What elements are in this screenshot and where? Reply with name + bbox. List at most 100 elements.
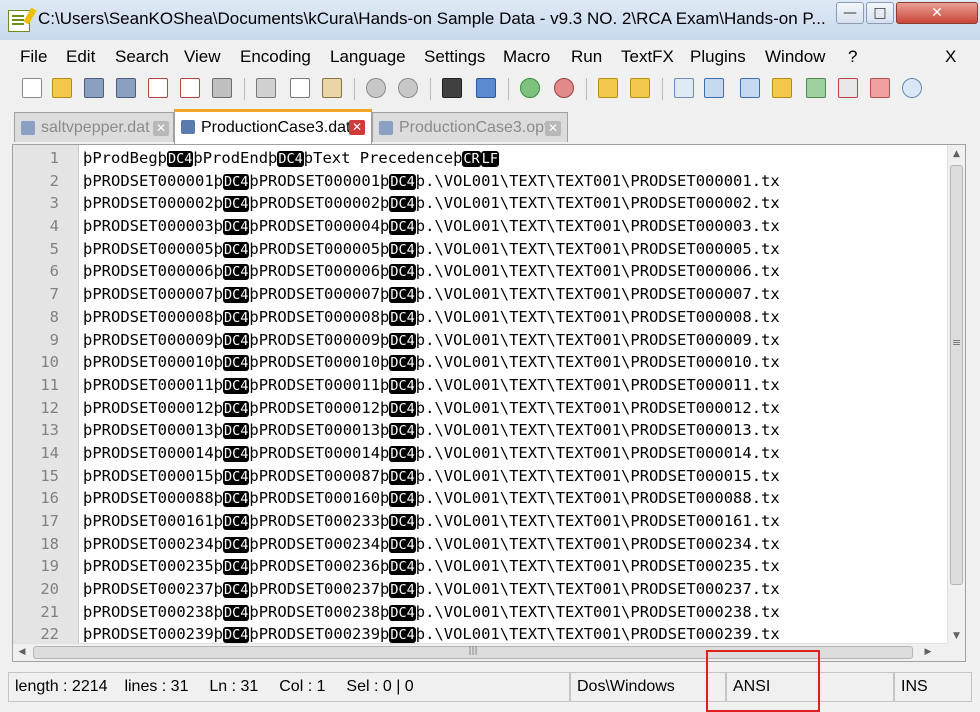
editor-line[interactable]: 14 þPRODSET000014þDC4þPRODSET000014þDC4þ.… [13, 442, 937, 465]
copy-icon[interactable] [290, 78, 310, 98]
editor-line[interactable]: 20 þPRODSET000237þDC4þPRODSET000237þDC4þ.… [13, 578, 937, 601]
line-text[interactable]: þPRODSET000238þDC4þPRODSET000238þDC4þ.\V… [83, 601, 780, 625]
menu-window[interactable]: Window [765, 47, 825, 67]
replace-icon[interactable] [476, 78, 496, 98]
editor-line[interactable]: 2 þPRODSET000001þDC4þPRODSET000001þDC4þ.\… [13, 170, 937, 193]
line-text[interactable]: þPRODSET000234þDC4þPRODSET000234þDC4þ.\V… [83, 533, 780, 557]
status-insert-mode[interactable]: INS [894, 672, 972, 702]
menu-edit[interactable]: Edit [66, 47, 95, 67]
line-text[interactable]: þPRODSET000239þDC4þPRODSET000239þDC4þ.\V… [83, 623, 780, 643]
line-text[interactable]: þPRODSET000161þDC4þPRODSET000233þDC4þ.\V… [83, 510, 780, 534]
tab-close-icon[interactable]: ✕ [153, 121, 169, 136]
close-document-button[interactable]: X [945, 47, 956, 67]
tab-saltvpepper[interactable]: saltvpepper.dat ✕ [14, 112, 174, 142]
user-defined-dialogue-icon[interactable] [772, 78, 792, 98]
vertical-scrollbar[interactable]: ▲ ≡ ▼ [947, 145, 965, 645]
line-text[interactable]: þPRODSET000011þDC4þPRODSET000011þDC4þ.\V… [83, 374, 780, 398]
editor-line[interactable]: 1 þProdBegþDC4þProdEndþDC4þText Precedenc… [13, 147, 937, 170]
menu-settings[interactable]: Settings [424, 47, 485, 67]
line-text[interactable]: þPRODSET000001þDC4þPRODSET000001þDC4þ.\V… [83, 170, 780, 194]
zoom-out-icon[interactable] [554, 78, 574, 98]
menu-textfx[interactable]: TextFX [621, 47, 674, 67]
editor-line[interactable]: 9 þPRODSET000009þDC4þPRODSET000009þDC4þ.\… [13, 329, 937, 352]
show-all-characters-icon[interactable] [704, 78, 724, 98]
document-map-icon[interactable] [806, 78, 826, 98]
editor-line[interactable]: 15 þPRODSET000015þDC4þPRODSET000087þDC4þ.… [13, 465, 937, 488]
open-file-icon[interactable] [52, 78, 72, 98]
new-file-icon[interactable] [22, 78, 42, 98]
zoom-in-icon[interactable] [520, 78, 540, 98]
line-text[interactable]: þPRODSET000002þDC4þPRODSET000002þDC4þ.\V… [83, 192, 780, 216]
menu-macro[interactable]: Macro [503, 47, 550, 67]
line-text[interactable]: þPRODSET000088þDC4þPRODSET000160þDC4þ.\V… [83, 487, 780, 511]
scroll-right-icon[interactable]: ▶ [919, 644, 937, 661]
paste-icon[interactable] [322, 78, 342, 98]
close-window-button[interactable]: ✕ [896, 2, 978, 24]
monitoring-icon[interactable] [902, 78, 922, 98]
line-text[interactable]: þPRODSET000235þDC4þPRODSET000236þDC4þ.\V… [83, 555, 780, 579]
line-text[interactable]: þPRODSET000013þDC4þPRODSET000013þDC4þ.\V… [83, 419, 780, 443]
cut-icon[interactable] [256, 78, 276, 98]
line-text[interactable]: þPRODSET000008þDC4þPRODSET000008þDC4þ.\V… [83, 306, 780, 330]
function-list-icon[interactable] [838, 78, 858, 98]
minimize-button[interactable]: — [836, 2, 864, 24]
scroll-left-icon[interactable]: ◀ [13, 644, 31, 661]
line-text[interactable]: þPRODSET000003þDC4þPRODSET000004þDC4þ.\V… [83, 215, 780, 239]
status-eol-format[interactable]: Dos\Windows [570, 672, 726, 702]
menu-encoding[interactable]: Encoding [240, 47, 311, 67]
tab-productioncase3-opt[interactable]: ProductionCase3.opt ✕ [372, 112, 568, 142]
line-text[interactable]: þPRODSET000014þDC4þPRODSET000014þDC4þ.\V… [83, 442, 780, 466]
menu-language[interactable]: Language [330, 47, 406, 67]
indent-guide-icon[interactable] [740, 78, 760, 98]
save-icon[interactable] [84, 78, 104, 98]
folder-workspace-icon[interactable] [870, 78, 890, 98]
scroll-up-icon[interactable]: ▲ [948, 145, 965, 163]
menu-plugins[interactable]: Plugins [690, 47, 746, 67]
line-text[interactable]: þPRODSET000005þDC4þPRODSET000005þDC4þ.\V… [83, 238, 780, 262]
menu-help[interactable]: ? [848, 47, 857, 67]
text-editor[interactable]: 1 þProdBegþDC4þProdEndþDC4þText Precedenc… [12, 144, 966, 662]
editor-line[interactable]: 5 þPRODSET000005þDC4þPRODSET000005þDC4þ.\… [13, 238, 937, 261]
line-text[interactable]: þPRODSET000010þDC4þPRODSET000010þDC4þ.\V… [83, 351, 780, 375]
line-text[interactable]: þProdBegþDC4þProdEndþDC4þText Precedence… [83, 147, 499, 171]
sync-horizontal-icon[interactable] [630, 78, 650, 98]
editor-lines[interactable]: 1 þProdBegþDC4þProdEndþDC4þText Precedenc… [13, 147, 937, 643]
sync-vertical-icon[interactable] [598, 78, 618, 98]
line-text[interactable]: þPRODSET000015þDC4þPRODSET000087þDC4þ.\V… [83, 465, 780, 489]
editor-line[interactable]: 19 þPRODSET000235þDC4þPRODSET000236þDC4þ.… [13, 555, 937, 578]
line-text[interactable]: þPRODSET000007þDC4þPRODSET000007þDC4þ.\V… [83, 283, 780, 307]
line-text[interactable]: þPRODSET000012þDC4þPRODSET000012þDC4þ.\V… [83, 397, 780, 421]
editor-line[interactable]: 11 þPRODSET000011þDC4þPRODSET000011þDC4þ.… [13, 374, 937, 397]
word-wrap-icon[interactable] [674, 78, 694, 98]
menu-file[interactable]: File [20, 47, 47, 67]
editor-line[interactable]: 18 þPRODSET000234þDC4þPRODSET000234þDC4þ.… [13, 533, 937, 556]
editor-line[interactable]: 10 þPRODSET000010þDC4þPRODSET000010þDC4þ.… [13, 351, 937, 374]
find-icon[interactable] [442, 78, 462, 98]
editor-line[interactable]: 6 þPRODSET000006þDC4þPRODSET000006þDC4þ.\… [13, 260, 937, 283]
editor-line[interactable]: 12 þPRODSET000012þDC4þPRODSET000012þDC4þ.… [13, 397, 937, 420]
menu-run[interactable]: Run [571, 47, 602, 67]
editor-line[interactable]: 22 þPRODSET000239þDC4þPRODSET000239þDC4þ.… [13, 623, 937, 643]
editor-line[interactable]: 8 þPRODSET000008þDC4þPRODSET000008þDC4þ.\… [13, 306, 937, 329]
menu-search[interactable]: Search [115, 47, 169, 67]
line-text[interactable]: þPRODSET000009þDC4þPRODSET000009þDC4þ.\V… [83, 329, 780, 353]
tab-productioncase3-dat[interactable]: ProductionCase3.dat ✕ [174, 109, 372, 144]
editor-line[interactable]: 21 þPRODSET000238þDC4þPRODSET000238þDC4þ.… [13, 601, 937, 624]
menu-view[interactable]: View [184, 47, 221, 67]
maximize-button[interactable]: □ [866, 2, 894, 24]
line-text[interactable]: þPRODSET000237þDC4þPRODSET000237þDC4þ.\V… [83, 578, 780, 602]
vertical-scroll-thumb[interactable]: ≡ [950, 165, 963, 585]
close-icon[interactable] [148, 78, 168, 98]
undo-icon[interactable] [366, 78, 386, 98]
close-all-icon[interactable] [180, 78, 200, 98]
tab-close-icon[interactable]: ✕ [545, 121, 561, 136]
save-all-icon[interactable] [116, 78, 136, 98]
editor-line[interactable]: 3 þPRODSET000002þDC4þPRODSET000002þDC4þ.\… [13, 192, 937, 215]
editor-line[interactable]: 17 þPRODSET000161þDC4þPRODSET000233þDC4þ.… [13, 510, 937, 533]
tab-close-icon[interactable]: ✕ [349, 120, 365, 135]
redo-icon[interactable] [398, 78, 418, 98]
editor-line[interactable]: 4 þPRODSET000003þDC4þPRODSET000004þDC4þ.\… [13, 215, 937, 238]
editor-line[interactable]: 7 þPRODSET000007þDC4þPRODSET000007þDC4þ.\… [13, 283, 937, 306]
line-text[interactable]: þPRODSET000006þDC4þPRODSET000006þDC4þ.\V… [83, 260, 780, 284]
print-icon[interactable] [212, 78, 232, 98]
